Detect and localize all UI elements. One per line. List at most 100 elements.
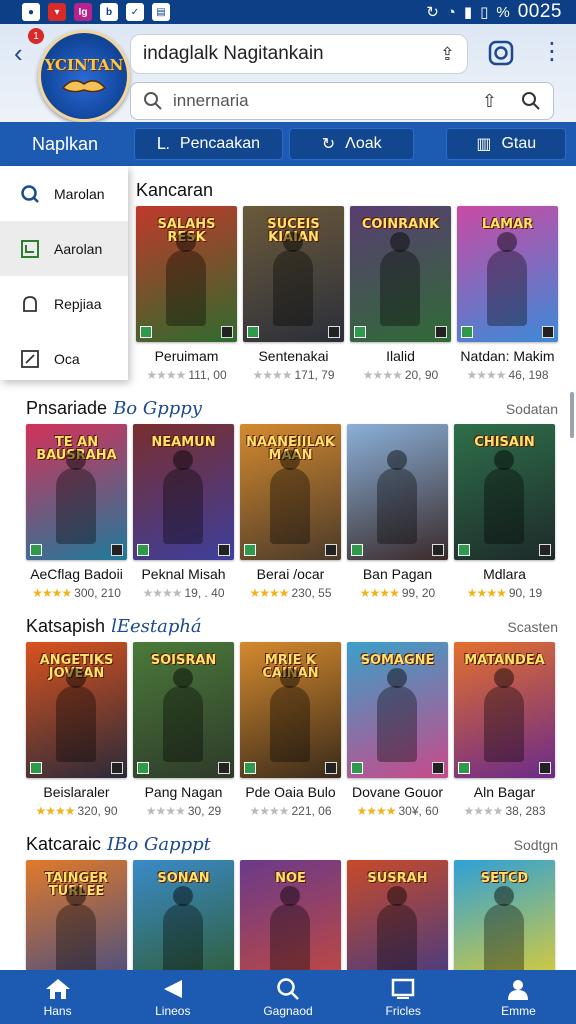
filter-icon[interactable]: ⇧	[482, 91, 497, 112]
poster-character	[484, 886, 524, 970]
game-card[interactable]: COINRANK Ilalid ★★★★ 20, 90	[350, 206, 451, 382]
dropdown-item-marolan[interactable]: Marolan	[0, 166, 128, 221]
camera-icon[interactable]	[488, 40, 514, 72]
dropdown-item-oca[interactable]: Oca	[0, 331, 128, 386]
game-card[interactable]: SALAHS RESK Peruimam ★★★★ 111, 00	[136, 206, 237, 382]
game-card[interactable]: SONAN	[133, 860, 234, 970]
game-poster[interactable]	[347, 424, 448, 560]
game-poster[interactable]: NOE	[240, 860, 341, 970]
game-card[interactable]: LAMAR Natdan: Makim ★★★★ 46, 198	[457, 206, 558, 382]
game-poster[interactable]: SOMAGNE	[347, 642, 448, 778]
publisher-badge-icon	[221, 326, 233, 338]
game-card[interactable]: SETCD	[454, 860, 555, 970]
game-rating: ★★★★ 111, 00	[136, 368, 237, 382]
game-card[interactable]: NEAMUN Peknal Misah ★★★★ 19, . 40	[133, 424, 234, 600]
poster-character	[484, 668, 524, 762]
nav-item-fricles[interactable]: Fricles	[346, 970, 461, 1024]
rating-stars: ★★★★	[249, 586, 289, 600]
game-title: Ban Pagan	[362, 566, 433, 582]
dropdown-item-aarolan[interactable]: Aarolan	[0, 221, 128, 276]
game-title: Dovane Gouor	[351, 784, 444, 800]
section-subtitle: Bo Gpppy	[113, 398, 202, 419]
poster-title: SOISRAN	[150, 653, 217, 668]
game-card[interactable]: NOE	[240, 860, 341, 970]
game-poster[interactable]: ANGETIKS JOVEAN	[26, 642, 127, 778]
game-rating: ★★★★ 38, 283	[454, 804, 555, 818]
tab-noak[interactable]: ↻ Λoak	[288, 128, 415, 160]
game-poster[interactable]: SALAHS RESK	[136, 206, 237, 342]
clock-icon	[20, 239, 40, 259]
game-poster[interactable]: SUCEIS KIAIAN	[243, 206, 344, 342]
game-poster[interactable]: SETCD	[454, 860, 555, 970]
nav-label: Gagnaod	[263, 1003, 313, 1018]
game-title: Berai /ocar	[256, 566, 325, 582]
app-logo[interactable]: YCINTAN	[38, 30, 130, 122]
rating-badge-icon	[354, 326, 366, 338]
rating-count: 171, 79	[294, 368, 335, 382]
game-card[interactable]: Ban Pagan ★★★★ 99, 20	[347, 424, 448, 600]
battery-icon: ▯	[480, 4, 489, 21]
game-poster[interactable]: SONAN	[133, 860, 234, 970]
game-poster[interactable]: SOISRAN	[133, 642, 234, 778]
back-icon[interactable]: ‹	[14, 38, 23, 69]
game-rating: ★★★★ 171, 79	[243, 368, 344, 382]
game-poster[interactable]: CHISAIN	[454, 424, 555, 560]
nav-item-gagnaod[interactable]: Gagnaod	[230, 970, 345, 1024]
rating-count: 20, 90	[404, 368, 439, 382]
rating-count: 19, . 40	[184, 586, 225, 600]
game-card[interactable]: SOMAGNE Dovane Gouor ★★★★ 30¥, 60	[347, 642, 448, 818]
game-poster[interactable]: TAINGER TURLEE	[26, 860, 127, 970]
game-poster[interactable]: SUSRAH	[347, 860, 448, 970]
status-time: 0025	[517, 1, 562, 22]
rating-badge-icon	[247, 326, 259, 338]
poster-character	[380, 232, 420, 326]
app-icon-2: ▾	[48, 3, 66, 21]
publisher-badge-icon	[325, 544, 337, 556]
search-submit-icon[interactable]	[521, 91, 541, 111]
game-poster[interactable]: NAANEIILAK MAAN	[240, 424, 341, 560]
section-see-all-link[interactable]: Sodatan	[506, 401, 558, 417]
game-title: Sentenakai	[258, 348, 329, 364]
rating-stars: ★★★★	[362, 368, 403, 382]
game-rating: ★★★★ 230, 55	[240, 586, 341, 600]
tab-gtau[interactable]: ▥ Gtau	[446, 128, 566, 160]
game-poster[interactable]: TE AN BAUSRAHA	[26, 424, 127, 560]
nav-item-home[interactable]: Hans	[0, 970, 115, 1024]
search-bar[interactable]: innernaria ⇧	[130, 82, 554, 120]
game-card[interactable]: SOISRAN Pang Nagan ★★★★ 30, 29	[133, 642, 234, 818]
rating-badge-icon	[30, 762, 42, 774]
scrollbar[interactable]	[570, 392, 574, 438]
game-poster[interactable]: MRIE K CAINAN	[240, 642, 341, 778]
game-card[interactable]: ANGETIKS JOVEAN Beislaraler ★★★★ 320, 90	[26, 642, 127, 818]
game-poster[interactable]: LAMAR	[457, 206, 558, 342]
url-bar[interactable]: indaglalk Nagitankain ⇪	[130, 34, 468, 74]
game-card[interactable]: MRIE K CAINAN Pde Oaia Bulo ★★★★ 221, 06	[240, 642, 341, 818]
game-poster[interactable]: COINRANK	[350, 206, 451, 342]
game-card[interactable]: TE AN BAUSRAHA AeCflag Badoii ★★★★ 300, 210	[26, 424, 127, 600]
nav-item-emme[interactable]: Emme	[461, 970, 576, 1024]
game-card[interactable]: NAANEIILAK MAAN Berai /ocar ★★★★ 230, 55	[240, 424, 341, 600]
game-rating: ★★★★ 99, 20	[347, 586, 448, 600]
game-card[interactable]: MATANDEA Aln Bagar ★★★★ 38, 283	[454, 642, 555, 818]
poster-character	[487, 232, 527, 326]
publisher-badge-icon	[328, 326, 340, 338]
nav-label: Hans	[43, 1003, 72, 1018]
game-card[interactable]: SUCEIS KIAIAN Sentenakai ★★★★ 171, 79	[243, 206, 344, 382]
game-card[interactable]: TAINGER TURLEE	[26, 860, 127, 970]
game-poster[interactable]: NEAMUN	[133, 424, 234, 560]
tab-pencaakan[interactable]: ᒪ. Pencaakan	[133, 128, 283, 160]
more-menu-icon[interactable]: ⋮	[540, 40, 564, 64]
share-icon[interactable]: ⇪	[440, 44, 455, 65]
section-see-all-link[interactable]: Sodtgn	[514, 837, 558, 853]
game-poster[interactable]: MATANDEA	[454, 642, 555, 778]
dropdown-item-repjiaa[interactable]: Repjiaa	[0, 276, 128, 331]
nav-item-lineos[interactable]: Lineos	[115, 970, 230, 1024]
game-card[interactable]: CHISAIN Mdlara ★★★★ 90, 19	[454, 424, 555, 600]
poster-character	[377, 450, 417, 544]
poster-title: COINRANK	[361, 217, 440, 232]
game-card[interactable]: SUSRAH	[347, 860, 448, 970]
poster-character	[484, 450, 524, 544]
publisher-badge-icon	[432, 544, 444, 556]
section-see-all-link[interactable]: Scasten	[507, 619, 558, 635]
tab-home[interactable]: Naplkan	[10, 134, 134, 155]
